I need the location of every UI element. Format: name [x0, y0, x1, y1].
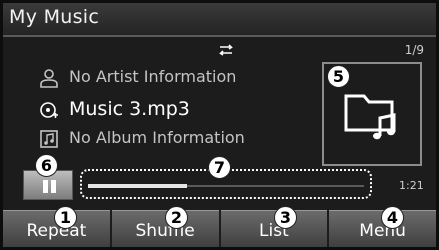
callout-4: 4	[381, 206, 404, 229]
callout-3: 3	[274, 206, 297, 229]
callout-5: 5	[327, 65, 350, 88]
file-name: Music 3.mp3	[69, 98, 190, 120]
music-screen: My Music 1/9 No Artist Information Music…	[0, 0, 439, 250]
music-file-icon	[40, 102, 58, 118]
callout-6: 6	[35, 154, 58, 177]
callout-2: 2	[165, 206, 188, 229]
progress-track	[88, 184, 364, 188]
music-folder-icon	[344, 94, 396, 140]
progress-fill	[88, 184, 188, 188]
person-icon	[40, 69, 58, 88]
elapsed-time: 1:21	[399, 179, 424, 192]
callout-1: 1	[54, 206, 77, 229]
repeat-icon	[219, 44, 233, 56]
track-counter: 1/9	[404, 43, 424, 57]
album-label: No Album Information	[69, 128, 245, 147]
title-bar: My Music	[3, 3, 436, 37]
page-title: My Music	[9, 6, 100, 28]
callout-7: 7	[208, 156, 231, 179]
artist-label: No Artist Information	[69, 67, 237, 86]
album-icon	[40, 130, 58, 148]
